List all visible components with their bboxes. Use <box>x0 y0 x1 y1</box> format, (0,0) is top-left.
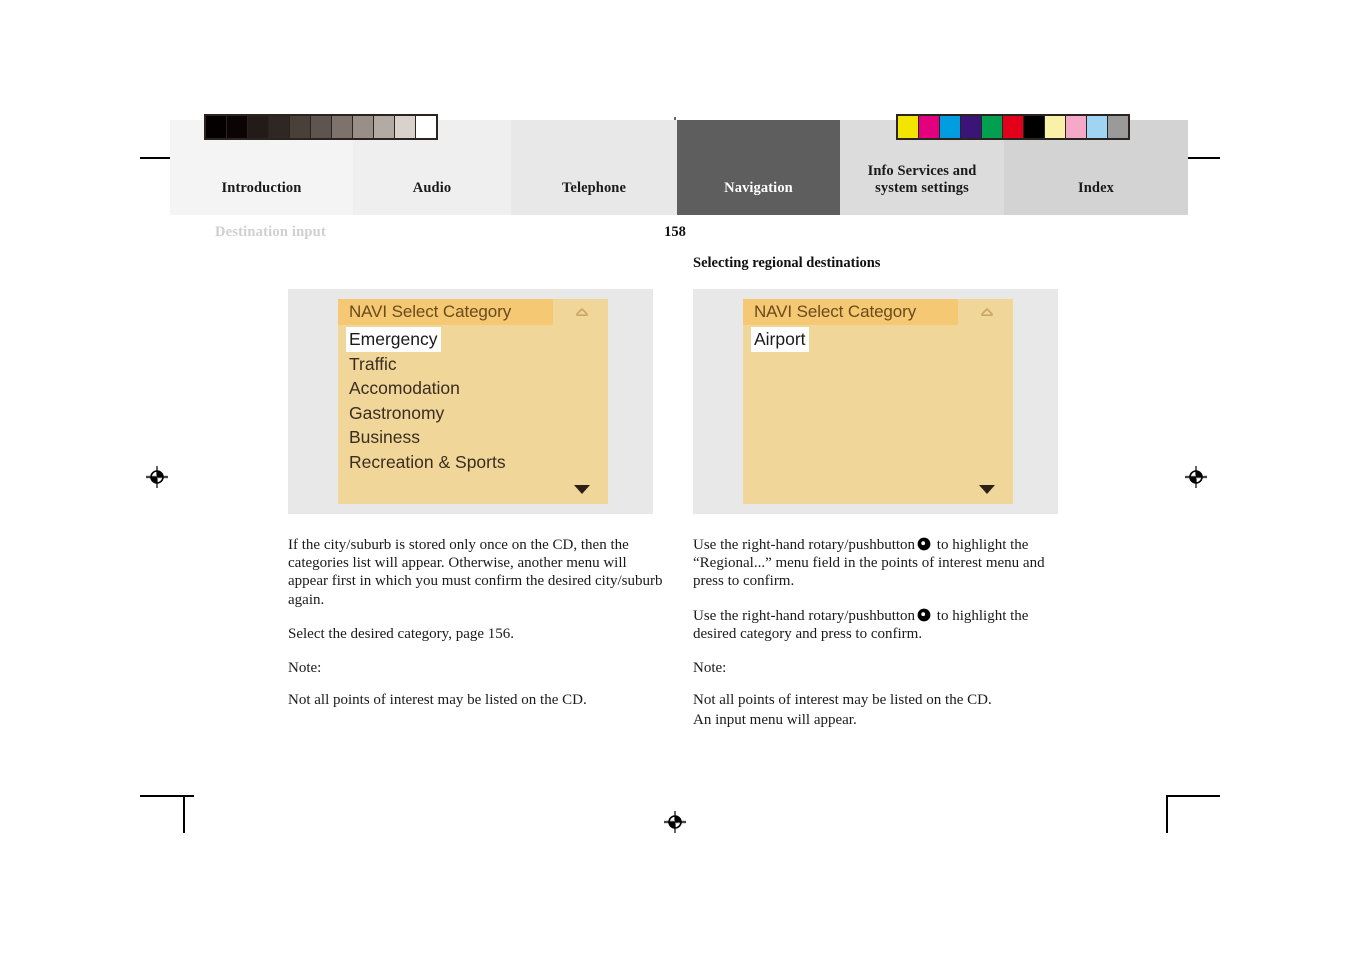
navi-title-bar-left: NAVI Select Category <box>338 299 553 325</box>
scroll-down-arrow-icon-left[interactable] <box>574 485 590 494</box>
tab-label: Introduction <box>221 180 302 196</box>
right-paragraph-2: Use the right-hand rotary/pushbutton to … <box>693 607 1073 643</box>
color-calibration-strip <box>896 114 1130 140</box>
color-swatch-0 <box>898 116 918 138</box>
rotary-pushbutton-icon-2 <box>917 608 931 622</box>
navi-item-traffic[interactable]: Traffic <box>346 352 400 377</box>
page-number: 158 <box>664 224 686 240</box>
right-paragraph-1: Use the right-hand rotary/pushbutton to … <box>693 536 1073 591</box>
right-column-heading: Selecting regional destinations <box>693 255 881 271</box>
crop-mark-bottom-right-v <box>1166 795 1168 833</box>
color-swatch-7 <box>1045 116 1065 138</box>
right-paragraph-1-before: Use the right-hand rotary/pushbutton <box>693 537 916 553</box>
left-paragraph-2: Select the desired category, page 156. <box>288 625 515 642</box>
navi-list-row: Traffic <box>349 352 608 377</box>
right-note-label: Note: <box>693 660 727 677</box>
crop-mark-bottom-left-v <box>183 795 185 833</box>
printed-page: Introduction Audio Telephone Navigation Info… <box>0 0 1351 954</box>
tab-label: Telephone <box>561 180 627 196</box>
right-note-text-1: Not all points of interest may be listed… <box>693 692 992 709</box>
color-swatch-9 <box>1087 116 1107 138</box>
navi-item-emergency[interactable]: Emergency <box>346 327 441 352</box>
color-swatch-5 <box>1003 116 1023 138</box>
grayscale-swatch-7 <box>353 116 373 138</box>
grayscale-swatch-9 <box>395 116 415 138</box>
grayscale-swatch-2 <box>248 116 268 138</box>
color-swatch-6 <box>1024 116 1044 138</box>
rotary-pushbutton-icon-1 <box>917 537 931 551</box>
right-figure: NAVI Select Category Airport <box>693 289 1058 514</box>
crop-mark-bottom-left-h <box>140 795 194 797</box>
navi-list-row: Business <box>349 425 608 450</box>
right-note-text-2: An input menu will appear. <box>693 712 857 729</box>
left-note-text: Not all points of interest may be listed… <box>288 692 587 709</box>
grayscale-swatch-8 <box>374 116 394 138</box>
scroll-down-arrow-icon-right[interactable] <box>979 485 995 494</box>
registration-target-icon-left <box>146 466 168 488</box>
navi-item-airport[interactable]: Airport <box>751 327 809 352</box>
navi-item-recreation-sports[interactable]: Recreation & Sports <box>346 450 509 475</box>
navi-screen-left: NAVI Select Category Emergency Traffic Acc… <box>338 299 608 504</box>
grayscale-swatch-0 <box>206 116 226 138</box>
running-head: Destination input <box>215 224 326 240</box>
grayscale-calibration-strip <box>204 114 438 140</box>
tab-label: Audio <box>412 180 452 196</box>
left-figure: NAVI Select Category Emergency Traffic Acc… <box>288 289 653 514</box>
navi-item-business[interactable]: Business <box>346 425 423 450</box>
grayscale-swatch-3 <box>269 116 289 138</box>
color-swatch-10 <box>1108 116 1128 138</box>
color-swatch-4 <box>982 116 1002 138</box>
grayscale-swatch-5 <box>311 116 331 138</box>
registration-target-icon-right <box>1185 466 1207 488</box>
right-paragraph-2-before: Use the right-hand rotary/pushbutton <box>693 607 916 624</box>
navi-item-gastronomy[interactable]: Gastronomy <box>346 401 447 426</box>
navi-item-accomodation[interactable]: Accomodation <box>346 376 463 401</box>
eject-icon-left <box>574 305 590 319</box>
navi-list-row: Airport <box>751 327 1013 352</box>
tab-label: Index <box>1078 180 1114 196</box>
tab-telephone[interactable]: Telephone <box>511 120 677 215</box>
tab-navigation[interactable]: Navigation <box>677 120 840 215</box>
right-column: Selecting regional destinations NAVI Sel… <box>693 255 1073 730</box>
navi-title-bar-right: NAVI Select Category <box>743 299 958 325</box>
navi-category-list-right[interactable]: Airport <box>751 327 1013 352</box>
left-paragraph-1: If the city/suburb is stored only once o… <box>288 537 663 608</box>
registration-target-icon-bottom <box>664 811 686 833</box>
navi-list-row: Gastronomy <box>349 401 608 426</box>
color-swatch-2 <box>940 116 960 138</box>
left-column: NAVI Select Category Emergency Traffic Acc… <box>288 255 668 709</box>
navi-list-row: Recreation & Sports <box>349 450 608 475</box>
grayscale-swatch-10 <box>416 116 436 138</box>
color-swatch-8 <box>1066 116 1086 138</box>
tab-label: Navigation <box>724 180 793 196</box>
navi-title-left: NAVI Select Category <box>349 302 512 321</box>
crop-mark-bottom-right-h <box>1166 795 1220 797</box>
navi-category-list-left[interactable]: Emergency Traffic Accomodation Gastronomy Bu… <box>346 327 608 475</box>
color-swatch-1 <box>919 116 939 138</box>
grayscale-swatch-4 <box>290 116 310 138</box>
navi-list-row: Emergency <box>346 327 608 352</box>
eject-icon-right <box>979 305 995 319</box>
navi-title-right: NAVI Select Category <box>754 302 917 321</box>
navi-list-row: Accomodation <box>349 376 608 401</box>
grayscale-swatch-1 <box>227 116 247 138</box>
navi-screen-right: NAVI Select Category Airport <box>743 299 1013 504</box>
left-note-label: Note: <box>288 660 322 677</box>
color-swatch-3 <box>961 116 981 138</box>
tab-label: Info Services and system settings <box>867 163 977 196</box>
grayscale-swatch-6 <box>332 116 352 138</box>
